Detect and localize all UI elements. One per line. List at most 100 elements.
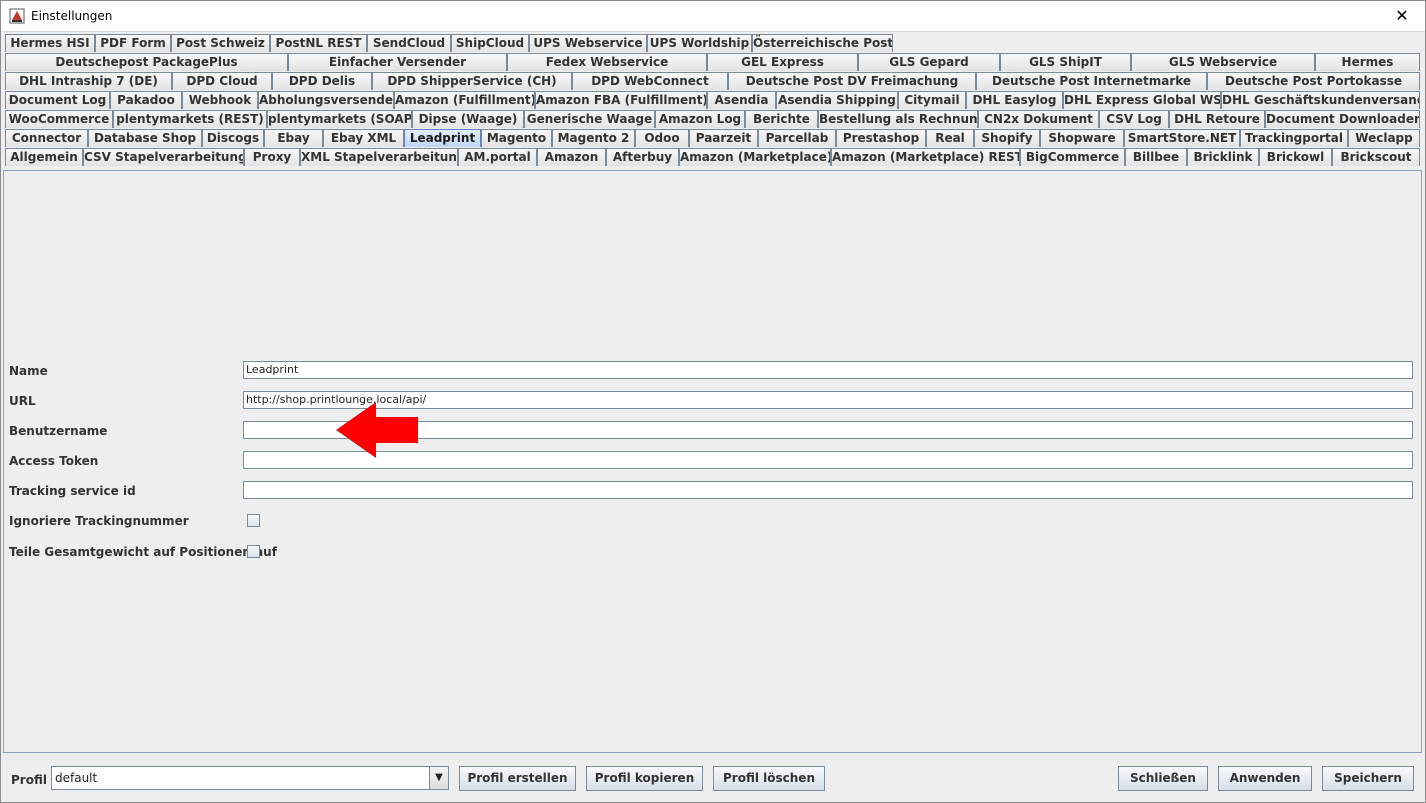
tab-dhl-easylog[interactable]: DHL Easylog bbox=[966, 91, 1063, 109]
tab-shipcloud[interactable]: ShipCloud bbox=[451, 34, 529, 52]
tab-ups-worldship[interactable]: UPS Worldship bbox=[647, 34, 752, 52]
tab-xml-stapelverarbeitung[interactable]: XML Stapelverarbeitung bbox=[300, 148, 458, 166]
delete-profile-button[interactable]: Profil löschen bbox=[713, 766, 825, 791]
tab-parcellab[interactable]: Parcellab bbox=[758, 129, 836, 147]
tab-deutsche-post-internetmarke[interactable]: Deutsche Post Internetmarke bbox=[976, 72, 1207, 90]
tab-generische-waage[interactable]: Generische Waage bbox=[524, 110, 655, 128]
tab-post-schweiz[interactable]: Post Schweiz bbox=[171, 34, 270, 52]
ignore-tracking-checkbox[interactable] bbox=[247, 514, 260, 527]
tab-ebay[interactable]: Ebay bbox=[264, 129, 323, 147]
tab-webhook[interactable]: Webhook bbox=[182, 91, 258, 109]
tab-amazon-marketplace[interactable]: Amazon (Marketplace) bbox=[679, 148, 831, 166]
tab-odoo[interactable]: Odoo bbox=[635, 129, 689, 147]
tab-prestashop[interactable]: Prestashop bbox=[836, 129, 926, 147]
tab-österreichische-post[interactable]: Österreichische Post bbox=[752, 34, 893, 52]
tab-brickscout[interactable]: Brickscout bbox=[1332, 148, 1420, 166]
tab-berichte[interactable]: Berichte bbox=[745, 110, 818, 128]
tab-dhl-express-global-ws[interactable]: DHL Express Global WS bbox=[1063, 91, 1221, 109]
tab-document-downloader[interactable]: Document Downloader bbox=[1265, 110, 1420, 128]
tab-hermes[interactable]: Hermes bbox=[1315, 53, 1420, 71]
name-field[interactable]: Leadprint bbox=[243, 361, 1413, 379]
tab-deutsche-post-portokasse[interactable]: Deutsche Post Portokasse bbox=[1207, 72, 1420, 90]
tab-asendia-shipping[interactable]: Asendia Shipping bbox=[776, 91, 898, 109]
tab-gls-shipit[interactable]: GLS ShipIT bbox=[1000, 53, 1131, 71]
tab-dpd-cloud[interactable]: DPD Cloud bbox=[172, 72, 272, 90]
url-label: URL bbox=[9, 394, 36, 408]
tab-magento-2[interactable]: Magento 2 bbox=[552, 129, 635, 147]
tab-csv-log[interactable]: CSV Log bbox=[1099, 110, 1169, 128]
tab-billbee[interactable]: Billbee bbox=[1125, 148, 1187, 166]
create-profile-button[interactable]: Profil erstellen bbox=[459, 766, 576, 791]
tab-dpd-webconnect[interactable]: DPD WebConnect bbox=[572, 72, 728, 90]
tab-amazon-marketplace-rest[interactable]: Amazon (Marketplace) REST bbox=[831, 148, 1020, 166]
tab-postnl-rest[interactable]: PostNL REST bbox=[270, 34, 367, 52]
tab-plentymarkets-rest[interactable]: plentymarkets (REST) bbox=[113, 110, 267, 128]
tab-gls-gepard[interactable]: GLS Gepard bbox=[858, 53, 1000, 71]
tab-cn2x-dokument[interactable]: CN2x Dokument bbox=[978, 110, 1099, 128]
tab-shopify[interactable]: Shopify bbox=[974, 129, 1040, 147]
tab-abholungsversender[interactable]: Abholungsversender bbox=[258, 91, 394, 109]
tab-trackingportal[interactable]: Trackingportal bbox=[1240, 129, 1348, 147]
tab-discogs[interactable]: Discogs bbox=[202, 129, 264, 147]
tab-bigcommerce[interactable]: BigCommerce bbox=[1020, 148, 1125, 166]
tab-ebay-xml[interactable]: Ebay XML bbox=[323, 129, 404, 147]
tab-bricklink[interactable]: Bricklink bbox=[1187, 148, 1259, 166]
tab-brickowl[interactable]: Brickowl bbox=[1259, 148, 1332, 166]
benutzername-label: Benutzername bbox=[9, 424, 108, 438]
tab-amazon-log[interactable]: Amazon Log bbox=[655, 110, 745, 128]
ignore-tracking-label: Ignoriere Trackingnummer bbox=[9, 514, 189, 528]
tab-magento[interactable]: Magento bbox=[481, 129, 552, 147]
tab-shopware[interactable]: Shopware bbox=[1040, 129, 1124, 147]
split-weight-label: Teile Gesamtgewicht auf Positionen auf bbox=[9, 545, 277, 559]
profil-select-value: default bbox=[55, 771, 98, 785]
tab-einfacher-versender[interactable]: Einfacher Versender bbox=[288, 53, 507, 71]
tab-deutschepost-packageplus[interactable]: Deutschepost PackagePlus bbox=[5, 53, 288, 71]
tab-csv-stapelverarbeitung[interactable]: CSV Stapelverarbeitung bbox=[83, 148, 244, 166]
profil-select[interactable]: default ▼ bbox=[51, 766, 449, 790]
tab-dhl-geschäftskundenversand[interactable]: DHL Geschäftskundenversand bbox=[1221, 91, 1420, 109]
tab-weclapp[interactable]: Weclapp bbox=[1348, 129, 1420, 147]
tab-real[interactable]: Real bbox=[926, 129, 974, 147]
tab-hermes-hsi[interactable]: Hermes HSI bbox=[5, 34, 95, 52]
split-weight-checkbox[interactable] bbox=[247, 545, 260, 558]
apply-button[interactable]: Anwenden bbox=[1218, 766, 1312, 791]
tab-proxy[interactable]: Proxy bbox=[244, 148, 300, 166]
tab-amazon-fulfillment[interactable]: Amazon (Fulfillment) bbox=[394, 91, 535, 109]
tab-allgemein[interactable]: Allgemein bbox=[5, 148, 83, 166]
tracking-service-id-field[interactable] bbox=[243, 481, 1413, 499]
tab-woocommerce[interactable]: WooCommerce bbox=[5, 110, 113, 128]
tab-dhl-retoure[interactable]: DHL Retoure bbox=[1169, 110, 1265, 128]
tab-dpd-delis[interactable]: DPD Delis bbox=[272, 72, 372, 90]
copy-profile-button[interactable]: Profil kopieren bbox=[586, 766, 703, 791]
tab-dpd-shipperservice-ch[interactable]: DPD ShipperService (CH) bbox=[372, 72, 572, 90]
tab-sendcloud[interactable]: SendCloud bbox=[367, 34, 451, 52]
tab-database-shop[interactable]: Database Shop bbox=[88, 129, 202, 147]
tab-citymail[interactable]: Citymail bbox=[898, 91, 966, 109]
tab-dipse-waage[interactable]: Dipse (Waage) bbox=[412, 110, 524, 128]
close-button[interactable]: Schließen bbox=[1118, 766, 1208, 791]
name-label: Name bbox=[9, 364, 48, 378]
tab-fedex-webservice[interactable]: Fedex Webservice bbox=[507, 53, 707, 71]
tab-am-portal[interactable]: AM.portal bbox=[458, 148, 537, 166]
save-button[interactable]: Speichern bbox=[1322, 766, 1414, 791]
tab-document-log[interactable]: Document Log bbox=[5, 91, 110, 109]
tab-smartstore-net[interactable]: SmartStore.NET bbox=[1124, 129, 1240, 147]
tab-afterbuy[interactable]: Afterbuy bbox=[606, 148, 679, 166]
tab-deutsche-post-dv-freimachung[interactable]: Deutsche Post DV Freimachung bbox=[728, 72, 976, 90]
chevron-down-icon[interactable]: ▼ bbox=[429, 767, 448, 789]
tab-gls-webservice[interactable]: GLS Webservice bbox=[1131, 53, 1315, 71]
tab-bestellung-als-rechnung[interactable]: Bestellung als Rechnung bbox=[818, 110, 978, 128]
tab-dhl-intraship-7-de[interactable]: DHL Intraship 7 (DE) bbox=[5, 72, 172, 90]
tab-ups-webservice[interactable]: UPS Webservice bbox=[529, 34, 647, 52]
tab-leadprint[interactable]: Leadprint bbox=[404, 129, 481, 147]
tab-plentymarkets-soap[interactable]: plentymarkets (SOAP) bbox=[267, 110, 412, 128]
tab-connector[interactable]: Connector bbox=[5, 129, 88, 147]
tab-amazon-fba-fulfillment[interactable]: Amazon FBA (Fulfillment) bbox=[535, 91, 707, 109]
tab-pakadoo[interactable]: Pakadoo bbox=[110, 91, 182, 109]
tab-pdf-form[interactable]: PDF Form bbox=[95, 34, 171, 52]
tab-amazon[interactable]: Amazon bbox=[537, 148, 606, 166]
tab-asendia[interactable]: Asendia bbox=[707, 91, 776, 109]
access-token-label: Access Token bbox=[9, 454, 99, 468]
tab-gel-express[interactable]: GEL Express bbox=[707, 53, 858, 71]
tab-paarzeit[interactable]: Paarzeit bbox=[689, 129, 758, 147]
